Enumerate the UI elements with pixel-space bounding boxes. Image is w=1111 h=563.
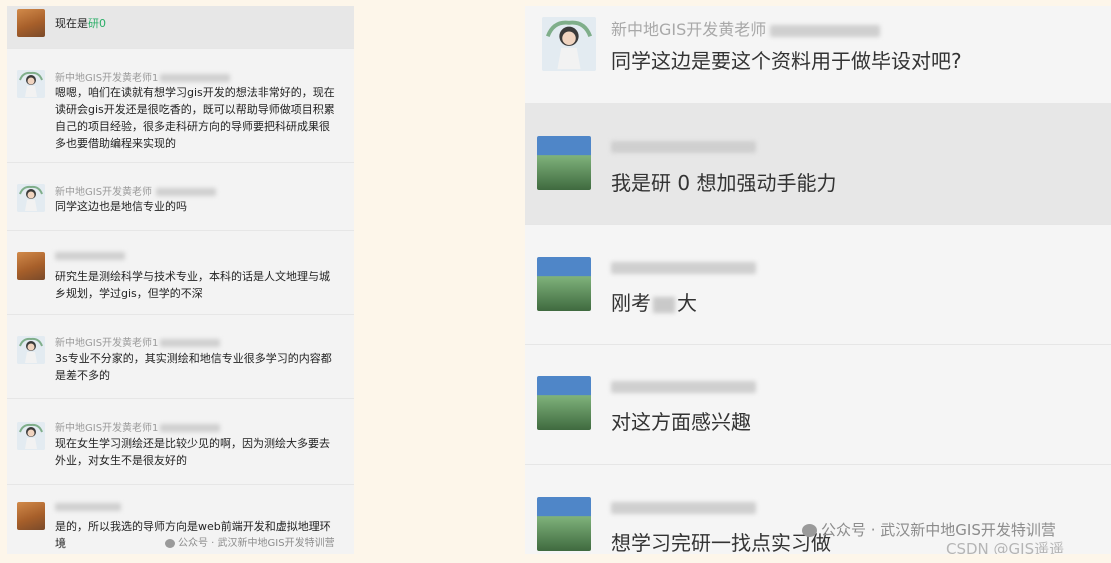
message-text: 研究生是测绘科学与技术专业，本科的话是人文地理与城乡规划，学过gis，但学的不深 — [55, 270, 330, 300]
message-text: 现在是 — [55, 17, 88, 30]
official-account-watermark: 公众号 · 武汉新中地GIS开发特训营 — [165, 534, 335, 549]
avatar — [17, 9, 45, 37]
message-text: 对这方面感兴趣 — [611, 410, 751, 434]
redacted-blur — [611, 140, 756, 153]
sender-name: 新中地GIS开发黄老师1 — [55, 334, 221, 349]
sender-name — [611, 497, 756, 516]
chat-message[interactable]: 新中地GIS开发黄老师1 嗯嗯，咱们在读就有想学习gis开发的想法非常好的，现在… — [7, 48, 354, 163]
avatar — [537, 497, 591, 551]
girl-avatar-icon — [17, 70, 45, 98]
chat-message[interactable]: 新中地GIS开发黄老师 同学这边也是地信专业的吗 — [7, 162, 354, 231]
message-text: 同学这边也是地信专业的吗 — [55, 200, 187, 213]
avatar — [17, 252, 45, 280]
chat-message[interactable]: 对这方面感兴趣 — [525, 344, 1111, 465]
message-text-highlight: 研0 — [88, 17, 106, 30]
message-text: 想学习完研一找点实习做 — [611, 531, 831, 554]
sender-name — [611, 257, 756, 276]
redacted-blur — [156, 188, 217, 196]
avatar — [17, 422, 45, 450]
wechat-icon — [165, 538, 175, 548]
avatar — [17, 336, 45, 364]
redacted-blur — [653, 296, 675, 313]
left-chat-screenshot: 现在是研0 新中地GIS开发黄老师1 嗯嗯，咱们在读就有想学习gis开发的想法非… — [7, 6, 354, 554]
avatar — [537, 376, 591, 430]
message-text: 嗯嗯，咱们在读就有想学习gis开发的想法非常好的，现在读研会gis开发还是很吃香… — [55, 86, 335, 150]
redacted-blur — [55, 252, 125, 260]
girl-avatar-icon — [542, 17, 596, 71]
sender-name — [55, 502, 121, 513]
message-text: 刚考大 — [611, 291, 697, 315]
redacted-blur — [160, 74, 231, 82]
wechat-icon — [802, 524, 817, 537]
avatar — [17, 184, 45, 212]
chat-message[interactable]: 新中地GIS开发黄老师1 现在女生学习测绘还是比较少见的啊，因为测绘大多要去外业… — [7, 398, 354, 485]
avatar — [542, 17, 596, 71]
girl-avatar-icon — [17, 184, 45, 212]
sender-name: 新中地GIS开发黄老师1 — [55, 69, 231, 84]
avatar — [537, 136, 591, 190]
chat-message[interactable]: 现在是研0 — [7, 6, 354, 49]
sender-name — [55, 251, 125, 262]
avatar — [17, 70, 45, 98]
message-text: 同学这边是要这个资料用于做毕设对吧? — [611, 49, 962, 73]
sender-name: 新中地GIS开发黄老师 — [55, 183, 217, 198]
official-account-watermark: 公众号 · 武汉新中地GIS开发特训营 — [802, 519, 1056, 540]
message-text: 3s专业不分家的，其实测绘和地信专业很多学习的内容都是差不多的 — [55, 352, 332, 382]
csdn-watermark: CSDN @GIS遥遥 — [946, 540, 1065, 554]
sender-name — [611, 136, 756, 155]
redacted-blur — [611, 501, 756, 514]
redacted-blur — [160, 424, 221, 432]
chat-message[interactable]: 刚考大 — [525, 224, 1111, 345]
chat-message[interactable]: 我是研 0 想加强动手能力 — [525, 103, 1111, 225]
chat-message[interactable]: 新中地GIS开发黄老师1 3s专业不分家的，其实测绘和地信专业很多学习的内容都是… — [7, 314, 354, 399]
avatar — [17, 502, 45, 530]
chat-message[interactable]: 新中地GIS开发黄老师 同学这边是要这个资料用于做毕设对吧? — [525, 6, 1111, 104]
redacted-blur — [55, 503, 121, 511]
sender-name: 新中地GIS开发黄老师 — [611, 16, 881, 40]
chat-message[interactable]: 研究生是测绘科学与技术专业，本科的话是人文地理与城乡规划，学过gis，但学的不深 — [7, 230, 354, 315]
redacted-blur — [611, 380, 756, 393]
message-text: 现在女生学习测绘还是比较少见的啊，因为测绘大多要去外业，对女生不是很友好的 — [55, 437, 330, 467]
girl-avatar-icon — [17, 422, 45, 450]
sender-name — [611, 376, 756, 395]
right-chat-screenshot: 新中地GIS开发黄老师 同学这边是要这个资料用于做毕设对吧? 我是研 0 想加强… — [525, 6, 1111, 554]
redacted-blur — [160, 339, 221, 347]
redacted-blur — [770, 24, 881, 37]
message-text: 我是研 0 想加强动手能力 — [611, 171, 837, 195]
avatar — [537, 257, 591, 311]
redacted-blur — [611, 261, 756, 274]
girl-avatar-icon — [17, 336, 45, 364]
sender-name: 新中地GIS开发黄老师1 — [55, 419, 221, 434]
